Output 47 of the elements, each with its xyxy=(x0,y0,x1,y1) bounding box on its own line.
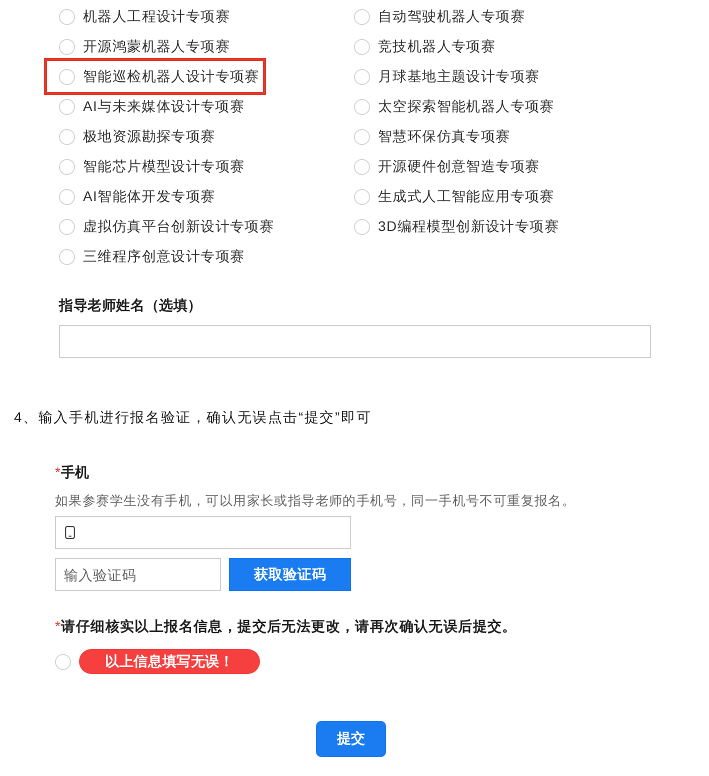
radio-icon[interactable] xyxy=(354,9,370,25)
radio-icon[interactable] xyxy=(354,99,370,115)
get-code-button[interactable]: 获取验证码 xyxy=(229,558,351,591)
radio-icon[interactable] xyxy=(354,69,370,85)
radio-icon[interactable] xyxy=(59,189,75,205)
radio-icon[interactable] xyxy=(59,129,75,145)
radio-option[interactable]: AI与未来媒体设计专项赛 xyxy=(59,97,245,117)
radio-option[interactable]: 竞技机器人专项赛 xyxy=(354,37,496,57)
radio-icon[interactable] xyxy=(59,9,75,25)
confirm-label[interactable]: 以上信息填写无误！ xyxy=(79,649,260,674)
radio-option[interactable]: 智能巡检机器人设计专项赛 xyxy=(59,67,260,87)
radio-icon[interactable] xyxy=(354,159,370,175)
radio-icon[interactable] xyxy=(59,159,75,175)
radio-icon[interactable] xyxy=(354,189,370,205)
radio-icon[interactable] xyxy=(59,39,75,55)
radio-icon[interactable] xyxy=(59,69,75,85)
step-instruction: 4、输入手机进行报名验证，确认无误点击“提交”即可 xyxy=(13,408,373,427)
phone-hint: 如果参赛学生没有手机，可以用家长或指导老师的手机号，同一手机号不可重复报名。 xyxy=(55,492,577,510)
radio-icon[interactable] xyxy=(59,219,75,235)
radio-option[interactable]: 机器人工程设计专项赛 xyxy=(59,7,230,27)
submit-button[interactable]: 提交 xyxy=(316,721,386,757)
radio-option[interactable]: 开源硬件创意智造专项赛 xyxy=(354,157,540,177)
radio-icon[interactable] xyxy=(354,129,370,145)
phone-input[interactable] xyxy=(55,516,351,549)
radio-option[interactable]: 极地资源勘探专项赛 xyxy=(59,127,216,147)
radio-icon[interactable] xyxy=(354,39,370,55)
radio-option[interactable]: 生成式人工智能应用专项赛 xyxy=(354,187,554,207)
code-input[interactable]: 输入验证码 xyxy=(55,558,221,591)
radio-option[interactable]: 智能芯片模型设计专项赛 xyxy=(59,157,245,177)
radio-option[interactable]: 智慧环保仿真专项赛 xyxy=(354,127,510,147)
radio-option[interactable]: 自动驾驶机器人专项赛 xyxy=(354,7,525,27)
radio-icon[interactable] xyxy=(55,654,71,670)
teacher-name-label: 指导老师姓名（选填） xyxy=(59,296,203,315)
radio-icon[interactable] xyxy=(59,249,75,265)
radio-icon[interactable] xyxy=(59,99,75,115)
teacher-name-input[interactable] xyxy=(59,325,651,358)
radio-option[interactable]: 虚拟仿真平台创新设计专项赛 xyxy=(59,217,274,237)
phone-icon xyxy=(65,526,75,539)
radio-option[interactable]: 月球基地主题设计专项赛 xyxy=(354,67,540,87)
radio-option[interactable]: 太空探索智能机器人专项赛 xyxy=(354,97,554,117)
phone-label: *手机 xyxy=(55,463,90,482)
radio-option[interactable]: 开源鸿蒙机器人专项赛 xyxy=(59,37,230,57)
radio-icon[interactable] xyxy=(354,219,370,235)
confirm-notice: *请仔细核实以上报名信息，提交后无法更改，请再次确认无误后提交。 xyxy=(55,617,518,636)
radio-option[interactable]: 3D编程模型创新设计专项赛 xyxy=(354,217,559,237)
radio-option[interactable]: 三维程序创意设计专项赛 xyxy=(59,247,245,267)
radio-option[interactable]: AI智能体开发专项赛 xyxy=(59,187,216,207)
